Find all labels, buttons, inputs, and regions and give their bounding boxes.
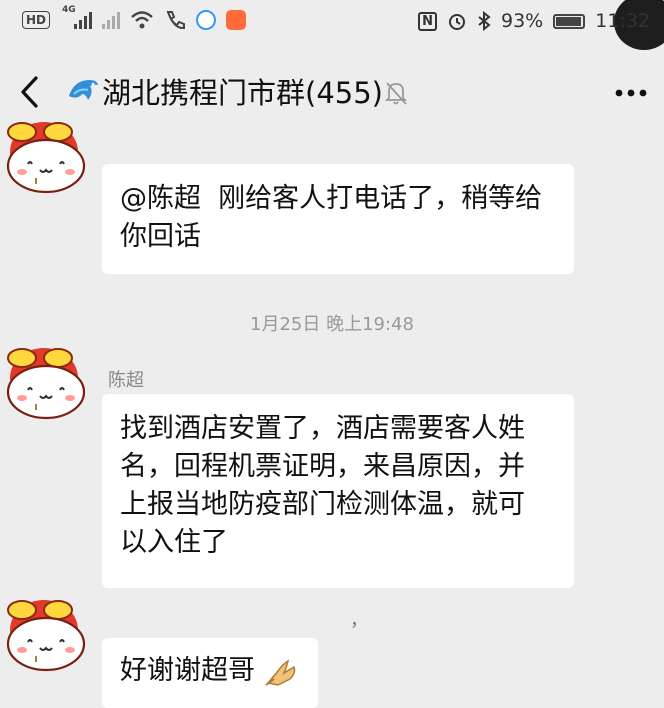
avatar[interactable] [0,346,100,422]
group-title: 湖北携程门市群(455) [102,76,383,110]
battery-icon [553,13,586,29]
status-right: N 93% 11:32 [418,10,650,32]
message-bubble[interactable]: @陈超 刚给客人打电话了，稍等给 你回话 [102,164,574,274]
avatar[interactable] [0,598,100,674]
stray-mark: ， [350,610,368,631]
browser-app-icon [196,10,217,30]
taobao-app-icon [226,10,247,30]
avatar[interactable] [0,120,100,196]
hd-indicator: HD [22,11,51,29]
message-text: @陈超 刚给客人打电话了，稍等给 你回话 [120,183,543,252]
nfc-icon: N [418,11,437,31]
message-bubble[interactable]: 找到酒店安置了，酒店需要客人姓 名，回程机票证明，来昌原因，并 上报当地防疫部门… [102,394,574,588]
dolphin-group-icon [69,80,98,100]
status-left: HD 4G [22,5,247,30]
message-timestamp: 1月25日 晚上19:48 [250,314,414,335]
mute-bell-icon [384,82,408,105]
alarm-icon [449,14,465,30]
message-text: 好谢谢超哥 [120,655,255,686]
wifi-icon [131,11,153,29]
sender-name: 陈超 [108,370,144,391]
more-dots-icon[interactable] [614,88,648,98]
network-type: 4G [62,5,76,15]
message-bubble[interactable]: 好谢谢超哥 [102,638,318,708]
praying-hands-icon [264,658,295,686]
signal-2-icon [102,11,121,29]
call-icon [166,11,186,30]
signal-icon: 4G [62,5,93,29]
bluetooth-icon [478,11,491,31]
back-arrow-icon[interactable] [16,72,44,112]
message-text: 找到酒店安置了，酒店需要客人姓 名，回程机票证明，来昌原因，并 上报当地防疫部门… [120,413,525,558]
status-bar: HD 4G N 93% 11:32 [0,0,664,50]
clock: 11:32 [595,10,650,32]
battery-percent: 93% [501,10,544,32]
